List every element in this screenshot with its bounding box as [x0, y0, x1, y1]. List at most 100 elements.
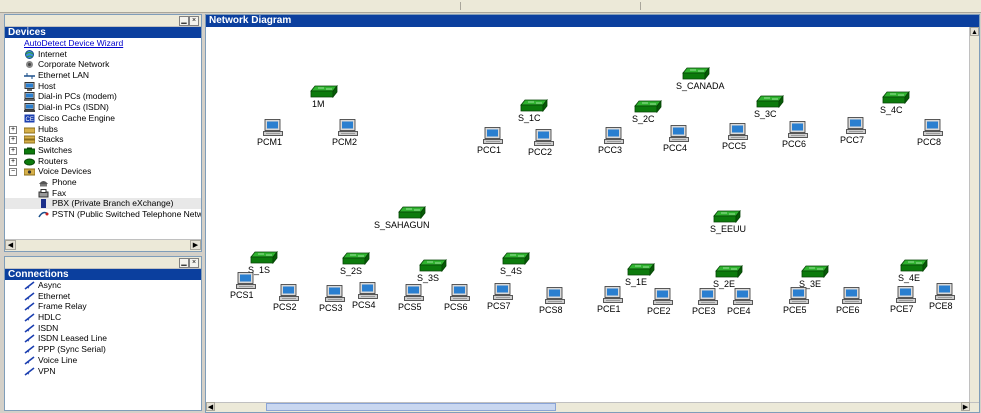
device-tree-item[interactable]: PBX (Private Branch eXchange): [5, 198, 201, 209]
switch-node[interactable]: S_4E: [898, 258, 928, 283]
device-tree-item[interactable]: + Routers: [5, 156, 201, 167]
device-tree-item[interactable]: Internet: [5, 49, 201, 60]
pc-label: PCM2: [332, 137, 358, 147]
switch-icon: [627, 262, 655, 277]
close-icon[interactable]: ×: [189, 16, 199, 26]
hub-icon: [24, 127, 35, 133]
device-tree-label: Corporate Network: [38, 59, 110, 70]
connection-item[interactable]: ISDN: [5, 323, 201, 334]
scroll-left-icon[interactable]: ◀: [206, 402, 215, 411]
switch-node[interactable]: S_2C: [632, 99, 662, 124]
devices-horizontal-scrollbar[interactable]: ◀ ▶: [5, 239, 201, 251]
stack-icon: [24, 135, 35, 144]
connection-item[interactable]: ISDN Leased Line: [5, 333, 201, 344]
switch-label: S_4C: [880, 105, 903, 115]
device-tree-item[interactable]: + Stacks: [5, 134, 201, 145]
pc-label: PCE4: [727, 306, 751, 316]
diagram-horizontal-scrollbar[interactable]: ◀ ▶: [206, 402, 979, 412]
switch-icon: [634, 99, 662, 114]
device-tree-item[interactable]: Dial-in PCs (modem): [5, 91, 201, 102]
minimize-icon[interactable]: ▁: [179, 16, 189, 26]
switch-node[interactable]: 1M: [310, 84, 338, 109]
device-tree-item[interactable]: Corporate Network: [5, 59, 201, 70]
connection-item[interactable]: PPP (Sync Serial): [5, 344, 201, 355]
svg-text:CE: CE: [26, 117, 34, 123]
globe-icon: [25, 49, 34, 59]
device-tree-label: Stacks: [38, 134, 64, 145]
device-tree-label: Routers: [38, 155, 68, 166]
connection-item[interactable]: HDLC: [5, 312, 201, 323]
autodetect-wizard-link[interactable]: AutoDetect Device Wizard: [5, 38, 201, 49]
switch-node[interactable]: S_EEUU: [710, 209, 746, 234]
connection-item[interactable]: Async: [5, 280, 201, 291]
close-icon[interactable]: ×: [189, 258, 199, 268]
switch-node[interactable]: S_1C: [518, 98, 548, 123]
connection-label: Async: [38, 280, 62, 290]
switch-node[interactable]: S_2S: [340, 251, 370, 276]
pc-icon: [263, 119, 283, 136]
switch-node[interactable]: S_3C: [754, 94, 784, 119]
switch-node[interactable]: S_SAHAGUN: [374, 205, 430, 230]
switch-node[interactable]: S_3S: [417, 258, 447, 283]
connection-label: Voice Line: [38, 354, 78, 365]
scroll-right-icon[interactable]: ▶: [961, 402, 970, 411]
switch-node[interactable]: S_2E: [713, 264, 743, 289]
connection-item[interactable]: Ethernet: [5, 291, 201, 302]
cache-engine-icon: CE: [24, 114, 35, 123]
device-tree-item[interactable]: Ethernet LAN: [5, 70, 201, 81]
device-tree-label: Host: [38, 80, 56, 91]
tree-expander-icon[interactable]: +: [9, 157, 17, 166]
pc-label: PCC4: [663, 143, 688, 153]
device-tree-item[interactable]: + Switches: [5, 145, 201, 156]
scroll-up-icon[interactable]: ▲: [970, 27, 979, 36]
pc-label: PCE7: [890, 304, 914, 314]
device-tree-label: Ethernet LAN: [38, 70, 90, 81]
wizard-link-label[interactable]: AutoDetect Device Wizard: [24, 38, 123, 49]
scroll-left-icon[interactable]: ◀: [5, 240, 16, 250]
switch-icon: [502, 251, 530, 266]
toolbar-separator: [460, 2, 461, 10]
tree-expander-icon[interactable]: +: [9, 125, 17, 134]
switch-icon: [398, 205, 426, 220]
switch-node[interactable]: S_1S: [248, 250, 278, 275]
pc-icon: [842, 287, 862, 304]
switch-node[interactable]: S_3E: [799, 264, 829, 289]
switch-node[interactable]: S_CANADA: [676, 66, 725, 91]
switch-label: S_SAHAGUN: [374, 220, 430, 230]
scroll-thumb[interactable]: [266, 403, 556, 411]
connection-item[interactable]: Voice Line: [5, 355, 201, 366]
device-tree-item[interactable]: Dial-in PCs (ISDN): [5, 102, 201, 113]
connection-item[interactable]: VPN: [5, 366, 201, 377]
pc-label: PCC2: [528, 147, 553, 157]
tree-expander-icon[interactable]: −: [9, 168, 17, 177]
phone-icon: [39, 180, 48, 187]
connection-label: VPN: [38, 365, 56, 376]
device-tree-item[interactable]: Phone: [5, 177, 201, 188]
network-diagram-canvas[interactable]: Network Diagram 1M S_CANADA S_1C S_2C S_3C S_…: [205, 14, 980, 413]
device-tree-item[interactable]: − Voice Devices: [5, 166, 201, 177]
switch-icon: [882, 90, 910, 105]
diagram-vertical-scrollbar[interactable]: ▲: [969, 27, 979, 412]
tree-expander-icon[interactable]: +: [9, 136, 17, 145]
device-tree-item[interactable]: Host: [5, 81, 201, 92]
device-tree-item[interactable]: Fax: [5, 188, 201, 199]
switch-icon: [900, 258, 928, 273]
device-tree-item[interactable]: PSTN (Public Switched Telephone Network): [5, 209, 201, 220]
pc-label: PCS4: [352, 300, 376, 310]
switch-icon: [713, 209, 741, 224]
device-tree-label: Switches: [38, 144, 73, 155]
tree-expander-icon[interactable]: +: [9, 146, 17, 155]
pc-label: PCC3: [598, 145, 623, 155]
minimize-icon[interactable]: ▁: [179, 258, 189, 268]
switch-node[interactable]: S_4S: [500, 251, 530, 276]
device-tree-item[interactable]: + Hubs: [5, 124, 201, 135]
switch-node[interactable]: S_4C: [880, 90, 910, 115]
device-tree-item[interactable]: CE Cisco Cache Engine: [5, 113, 201, 124]
toolbar-separator: [640, 2, 641, 10]
connections-panel: ▁ × Connections Async Ethernet Frame Relay…: [4, 256, 202, 411]
pc-label: PCE3: [692, 306, 716, 316]
scroll-right-icon[interactable]: ▶: [190, 240, 201, 250]
connection-item[interactable]: Frame Relay: [5, 301, 201, 312]
modem-pc-icon: [24, 92, 35, 102]
switch-node[interactable]: S_1E: [625, 262, 655, 287]
